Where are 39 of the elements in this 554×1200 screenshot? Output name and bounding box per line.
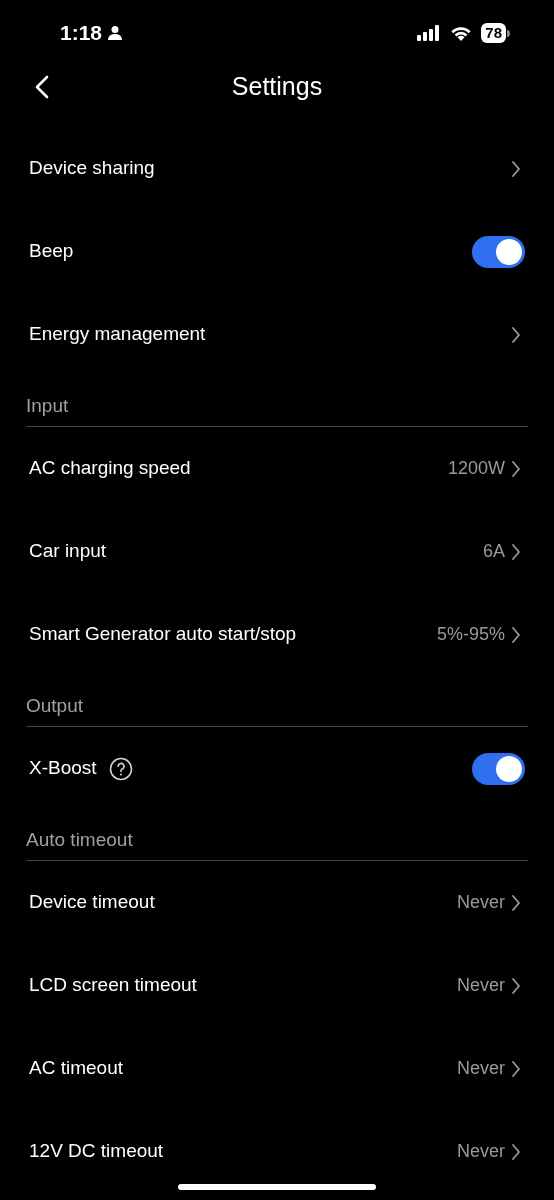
chevron-icon: [511, 325, 521, 344]
chevron-icon: [511, 459, 521, 478]
setting-label: LCD screen timeout: [29, 973, 197, 998]
setting-value: 6A: [482, 540, 505, 563]
section-header: Input: [26, 393, 69, 418]
setting-label: X-Boost: [29, 756, 97, 781]
chevron-icon: [511, 159, 521, 178]
setting-label: Device sharing: [29, 156, 155, 181]
status-time: 1:18: [60, 20, 103, 47]
chevron-icon: [511, 1142, 521, 1161]
section-header: Auto timeout: [26, 827, 133, 852]
person-icon: [107, 25, 124, 41]
setting-label: Beep: [29, 239, 74, 264]
section-header: Output: [26, 693, 84, 718]
toggle-switch[interactable]: [472, 752, 525, 785]
setting-value: 1200W: [447, 457, 505, 480]
setting-label: Smart Generator auto start/stop: [29, 622, 297, 647]
toggle-switch[interactable]: [472, 235, 525, 268]
setting-value: 5%-95%: [436, 623, 505, 646]
setting-value: Never: [457, 891, 505, 914]
setting-value: Never: [457, 1057, 505, 1080]
chevron-icon: [511, 542, 521, 561]
chevron-icon: [511, 976, 521, 995]
setting-label: 12V DC timeout: [29, 1139, 164, 1164]
help-icon[interactable]: [108, 756, 133, 781]
setting-value: Never: [457, 974, 505, 997]
setting-label: AC timeout: [29, 1056, 123, 1081]
setting-label: Device timeout: [29, 890, 155, 915]
setting-value: Never: [457, 1140, 505, 1163]
chevron-icon: [511, 1059, 521, 1078]
battery-indicator: 78: [481, 23, 510, 43]
setting-label: Energy management: [29, 322, 206, 347]
page-title: Settings: [230, 71, 324, 103]
signal-icon: [417, 25, 442, 41]
setting-label: Car input: [29, 539, 107, 564]
setting-label: AC charging speed: [29, 456, 191, 481]
chevron-icon: [511, 893, 521, 912]
chevron-icon: [511, 625, 521, 644]
back-icon[interactable]: [35, 75, 49, 99]
